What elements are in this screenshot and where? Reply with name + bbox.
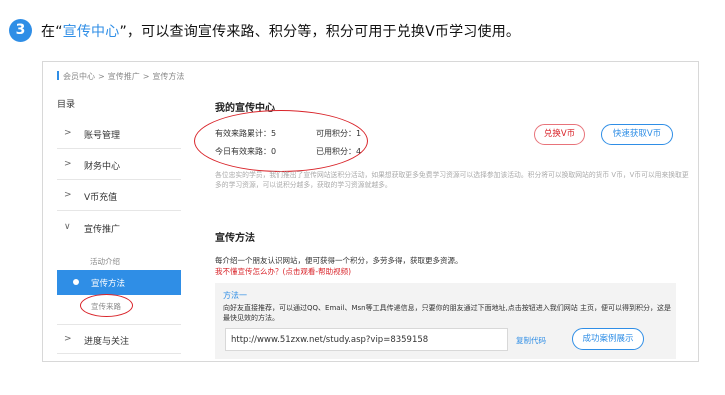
step-highlight: 宣传中心 bbox=[62, 24, 120, 40]
chevron-right-icon: > bbox=[64, 128, 72, 138]
step-prefix: 在“ bbox=[41, 24, 63, 40]
main-content: 我的宣传中心 有效来路累计：5 可用积分：1 今日有效来路：0 已用积分：4 兑… bbox=[194, 62, 698, 361]
highlight-circle-annotation bbox=[80, 294, 133, 317]
get-vcoin-button[interactable]: 快速获取V币 bbox=[601, 124, 673, 145]
breadcrumb-marker bbox=[57, 71, 59, 80]
sidebar-sub-promo-methods[interactable]: 宣传方法 bbox=[57, 270, 181, 295]
sidebar-item-progress[interactable]: > 进度与关注 bbox=[57, 324, 181, 354]
sidebar-item-label: 账号管理 bbox=[84, 131, 121, 141]
breadcrumb-separator: > bbox=[98, 72, 105, 81]
breadcrumb-item[interactable]: 宣传推广 bbox=[108, 72, 140, 81]
sidebar-item-label: V币充值 bbox=[84, 193, 118, 203]
sidebar-item-label: 宣传推广 bbox=[84, 225, 121, 235]
sidebar-title: 目录 bbox=[57, 100, 76, 110]
promo-methods-title: 宣传方法 bbox=[215, 233, 255, 244]
redeem-vcoin-button[interactable]: 兑换V币 bbox=[534, 124, 585, 145]
breadcrumb-item[interactable]: 会员中心 bbox=[63, 72, 95, 81]
step-instruction: 在“宣传中心”，可以查询宣传来路、积分等，积分可用于兑换V币学习使用。 bbox=[41, 21, 520, 41]
sidebar-item-label: 财务中心 bbox=[84, 162, 121, 172]
sidebar-item-promotion[interactable]: ∨ 宣传推广 bbox=[57, 213, 181, 243]
success-cases-button[interactable]: 成功案例展示 bbox=[572, 328, 644, 350]
step-suffix: ”，可以查询宣传来路、积分等，积分可用于兑换V币学习使用。 bbox=[119, 24, 521, 40]
method-one-description: 向好友直接推荐，可以通过QQ、Email、Msn等工具传递信息，只要你的朋友通过… bbox=[223, 304, 672, 322]
sidebar-sub-label: 宣传方法 bbox=[91, 279, 126, 289]
sidebar-item-finance[interactable]: > 财务中心 bbox=[57, 150, 181, 180]
highlight-circle-annotation bbox=[194, 110, 368, 172]
method-one-title: 方法一 bbox=[223, 291, 247, 300]
chevron-right-icon: > bbox=[64, 334, 72, 344]
help-video-link[interactable]: 我不懂宣传怎么办？(点击观看-帮助视频) bbox=[215, 266, 351, 277]
breadcrumb-separator: > bbox=[142, 72, 150, 81]
sidebar-sub-activity-intro[interactable]: 活动介绍 bbox=[90, 256, 120, 267]
promo-description: 各位忠实的学员，我们推出了宣传网站送积分活动，如果想获取更多免费学习资源可以选择… bbox=[215, 171, 689, 189]
breadcrumb: 会员中心 > 宣传推广 > 宣传方法 bbox=[57, 71, 184, 82]
chevron-down-icon: ∨ bbox=[64, 222, 71, 232]
promo-methods-description: 每介绍一个朋友认识网站，便可获得一个积分，多劳多得，获取更多资源。 bbox=[215, 256, 463, 265]
copy-code-link[interactable]: 复制代码 bbox=[516, 335, 546, 346]
screenshot-frame: 会员中心 > 宣传推广 > 宣传方法 目录 > 账号管理 > 财务中心 > V币充值 ∨… bbox=[42, 61, 699, 362]
chevron-right-icon: > bbox=[64, 190, 72, 200]
sidebar-item-vcoin-recharge[interactable]: > V币充值 bbox=[57, 181, 181, 211]
chevron-right-icon: > bbox=[64, 159, 72, 169]
method-one-panel: 方法一 向好友直接推荐，可以通过QQ、Email、Msn等工具传递信息，只要你的… bbox=[215, 283, 676, 359]
sidebar-item-account[interactable]: > 账号管理 bbox=[57, 119, 181, 149]
breadcrumb-item: 宣传方法 bbox=[152, 72, 185, 81]
referral-url-input[interactable] bbox=[225, 328, 508, 351]
step-number-badge: 3 bbox=[9, 19, 32, 42]
sidebar-item-label: 进度与关注 bbox=[84, 337, 130, 347]
radio-selected-icon bbox=[73, 279, 79, 285]
